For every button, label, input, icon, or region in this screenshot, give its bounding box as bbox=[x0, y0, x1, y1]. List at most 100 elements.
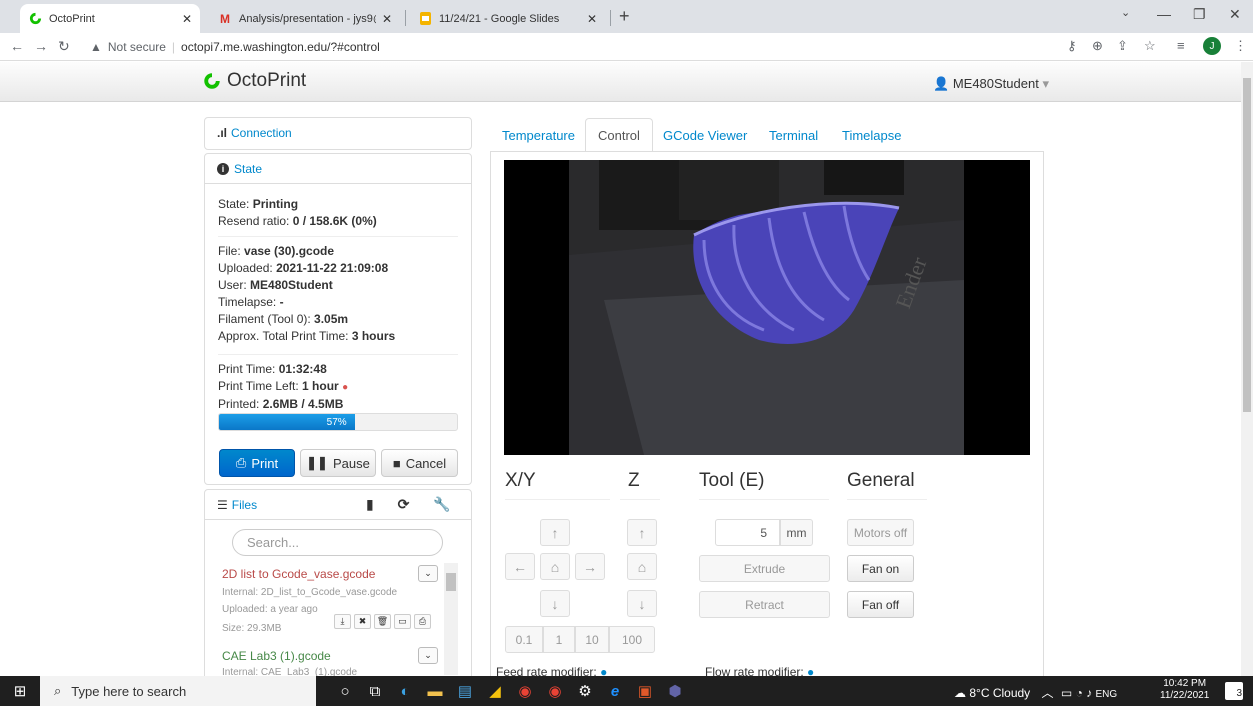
retract-button[interactable]: Retract bbox=[699, 591, 830, 618]
jog-y-minus-button[interactable]: ↓ bbox=[540, 590, 570, 617]
chevron-down-icon[interactable]: ⌄ bbox=[418, 565, 438, 582]
minimize-button[interactable]: — bbox=[1157, 6, 1171, 22]
close-icon[interactable]: ✕ bbox=[182, 12, 192, 26]
fan-off-button[interactable]: Fan off bbox=[847, 591, 914, 618]
file-explorer-icon[interactable]: ▬ bbox=[425, 681, 445, 701]
reload-icon[interactable]: ↻ bbox=[58, 38, 70, 55]
clock[interactable]: 10:42 PM 11/22/2021 bbox=[1160, 678, 1209, 702]
tab-control[interactable]: Control bbox=[585, 118, 653, 152]
load-icon[interactable]: ▭ bbox=[394, 614, 411, 629]
motors-off-button[interactable]: Motors off bbox=[847, 519, 914, 546]
octoprint-navbar bbox=[0, 62, 1241, 102]
home-icon: ⌂ bbox=[637, 558, 647, 575]
jog-y-plus-button[interactable]: ↑ bbox=[540, 519, 570, 546]
share-icon[interactable]: ⇪ bbox=[1117, 38, 1128, 54]
chevron-down-icon[interactable]: ⌄ bbox=[418, 647, 438, 664]
chrome-profile-icon[interactable]: ◉ bbox=[545, 681, 565, 701]
pause-button[interactable]: ❚❚ Pause bbox=[300, 449, 376, 477]
volume-icon[interactable]: ♪ bbox=[1086, 686, 1092, 700]
jog-x-plus-button[interactable]: → bbox=[575, 553, 605, 580]
extrude-button[interactable]: Extrude bbox=[699, 555, 830, 582]
cortana-icon[interactable]: ○ bbox=[335, 681, 355, 701]
address-bar[interactable]: ▲ Not secure | octopi7.me.washington.edu… bbox=[90, 36, 1090, 58]
step-0-1-button[interactable]: 0.1 bbox=[505, 626, 543, 653]
close-icon[interactable]: ✕ bbox=[382, 12, 392, 26]
settings-icon[interactable]: ⚙ bbox=[575, 681, 595, 701]
jog-z-plus-button[interactable]: ↑ bbox=[627, 519, 657, 546]
browser-tab-gmail[interactable]: M Analysis/presentation - jys9@uw ✕ bbox=[210, 4, 400, 33]
sd-card-icon[interactable]: ▮ bbox=[366, 496, 374, 512]
bookmark-star-icon[interactable]: ☆ bbox=[1144, 38, 1156, 54]
close-icon[interactable]: ✕ bbox=[587, 12, 597, 26]
notification-count: 3 bbox=[1236, 688, 1242, 699]
browser-tab-slides[interactable]: 11/24/21 - Google Slides ✕ bbox=[410, 4, 605, 33]
step-100-button[interactable]: 100 bbox=[609, 626, 655, 653]
extrude-amount-input[interactable]: 5 bbox=[715, 519, 780, 546]
notification-center-icon[interactable]: 3 bbox=[1225, 682, 1243, 700]
wrench-icon[interactable]: 🔧 bbox=[433, 496, 450, 512]
chrome-icon[interactable]: ◉ bbox=[515, 681, 535, 701]
new-tab-button[interactable]: + bbox=[619, 6, 630, 27]
powerpoint-icon[interactable]: ▣ bbox=[635, 681, 655, 701]
uploaded-value: 2021-11-22 21:09:08 bbox=[276, 261, 389, 275]
browser-tab-octoprint[interactable]: OctoPrint ✕ bbox=[20, 4, 200, 33]
key-icon[interactable]: ⚷ bbox=[1067, 38, 1077, 54]
tab-gcode-viewer[interactable]: GCode Viewer bbox=[651, 118, 759, 152]
tab-timelapse[interactable]: Timelapse bbox=[830, 118, 913, 152]
user-menu[interactable]: 👤 ME480Student ▾ bbox=[933, 76, 1049, 92]
webcam-stream: Ender bbox=[504, 160, 1030, 455]
file-list-scrollbar-thumb[interactable] bbox=[446, 573, 456, 591]
slice-icon[interactable]: ✖ bbox=[354, 614, 371, 629]
fan-on-button[interactable]: Fan on bbox=[847, 555, 914, 582]
print-button[interactable]: ⎙ Print bbox=[219, 449, 295, 477]
file-name[interactable]: 2D list to Gcode_vase.gcode bbox=[222, 567, 375, 581]
not-secure-label[interactable]: Not secure bbox=[108, 40, 166, 54]
internet-explorer-icon[interactable]: e bbox=[605, 681, 625, 701]
tab-temperature[interactable]: Temperature bbox=[490, 118, 587, 152]
step-1-button[interactable]: 1 bbox=[543, 626, 575, 653]
profile-avatar[interactable]: J bbox=[1203, 37, 1221, 55]
jog-z-minus-button[interactable]: ↓ bbox=[627, 590, 657, 617]
taskbar-search-placeholder: Type here to search bbox=[71, 683, 187, 699]
cancel-button[interactable]: ■ Cancel bbox=[381, 449, 458, 477]
jog-x-minus-button[interactable]: ← bbox=[505, 553, 535, 580]
tab-terminal[interactable]: Terminal bbox=[757, 118, 830, 152]
print-file-icon[interactable]: ⎙ bbox=[414, 614, 431, 629]
step-10-button[interactable]: 10 bbox=[575, 626, 609, 653]
download-icon[interactable]: ⤓ bbox=[334, 614, 351, 629]
menu-icon[interactable]: ⋮ bbox=[1234, 38, 1247, 54]
divider bbox=[699, 499, 829, 500]
file-name[interactable]: CAE Lab3 (1).gcode bbox=[222, 649, 331, 663]
delete-icon[interactable]: 🗑 bbox=[374, 614, 391, 629]
url-text[interactable]: octopi7.me.washington.edu/?#control bbox=[181, 40, 380, 54]
wifi-icon[interactable]: ◔ bbox=[1076, 686, 1083, 700]
maximize-button[interactable]: ❐ bbox=[1193, 6, 1206, 23]
file-uploaded: Uploaded: a year ago bbox=[222, 604, 318, 615]
store-icon[interactable]: ▤ bbox=[455, 681, 475, 701]
tab-search-icon[interactable]: ⌄ bbox=[1121, 6, 1130, 19]
weather-label[interactable]: 8°C Cloudy bbox=[969, 686, 1030, 700]
zoom-icon[interactable]: ⊕ bbox=[1092, 38, 1103, 54]
sticky-notes-icon[interactable]: ◢ bbox=[485, 681, 505, 701]
back-icon[interactable]: ← bbox=[10, 38, 24, 54]
home-xy-button[interactable]: ⌂ bbox=[540, 553, 570, 580]
home-z-button[interactable]: ⌂ bbox=[627, 553, 657, 580]
refresh-icon[interactable]: ⟳ bbox=[398, 496, 410, 512]
page-scrollbar-thumb[interactable] bbox=[1243, 78, 1251, 412]
reading-list-icon[interactable]: ≡ bbox=[1177, 38, 1185, 53]
task-view-icon[interactable]: ⧉ bbox=[365, 681, 385, 701]
windows-start-icon[interactable]: ⊞ bbox=[10, 681, 30, 701]
user-name: ME480Student bbox=[952, 76, 1039, 91]
brand[interactable]: OctoPrint bbox=[203, 70, 306, 92]
taskbar-search[interactable]: ⌕ Type here to search bbox=[40, 676, 316, 706]
forward-icon[interactable]: → bbox=[34, 38, 48, 54]
teams-icon[interactable]: ⬢ bbox=[665, 681, 685, 701]
edge-icon[interactable]: ◐ bbox=[395, 681, 415, 701]
state-header[interactable]: i State bbox=[205, 154, 471, 184]
battery-icon[interactable]: ▭ bbox=[1061, 686, 1072, 700]
language-label[interactable]: ENG bbox=[1096, 689, 1118, 700]
close-window-button[interactable]: ✕ bbox=[1229, 6, 1241, 23]
file-search-input[interactable]: Search... bbox=[232, 529, 443, 556]
connection-header[interactable]: .ıl Connection bbox=[205, 118, 471, 148]
chevron-up-icon[interactable]: ︿ bbox=[1042, 686, 1054, 700]
